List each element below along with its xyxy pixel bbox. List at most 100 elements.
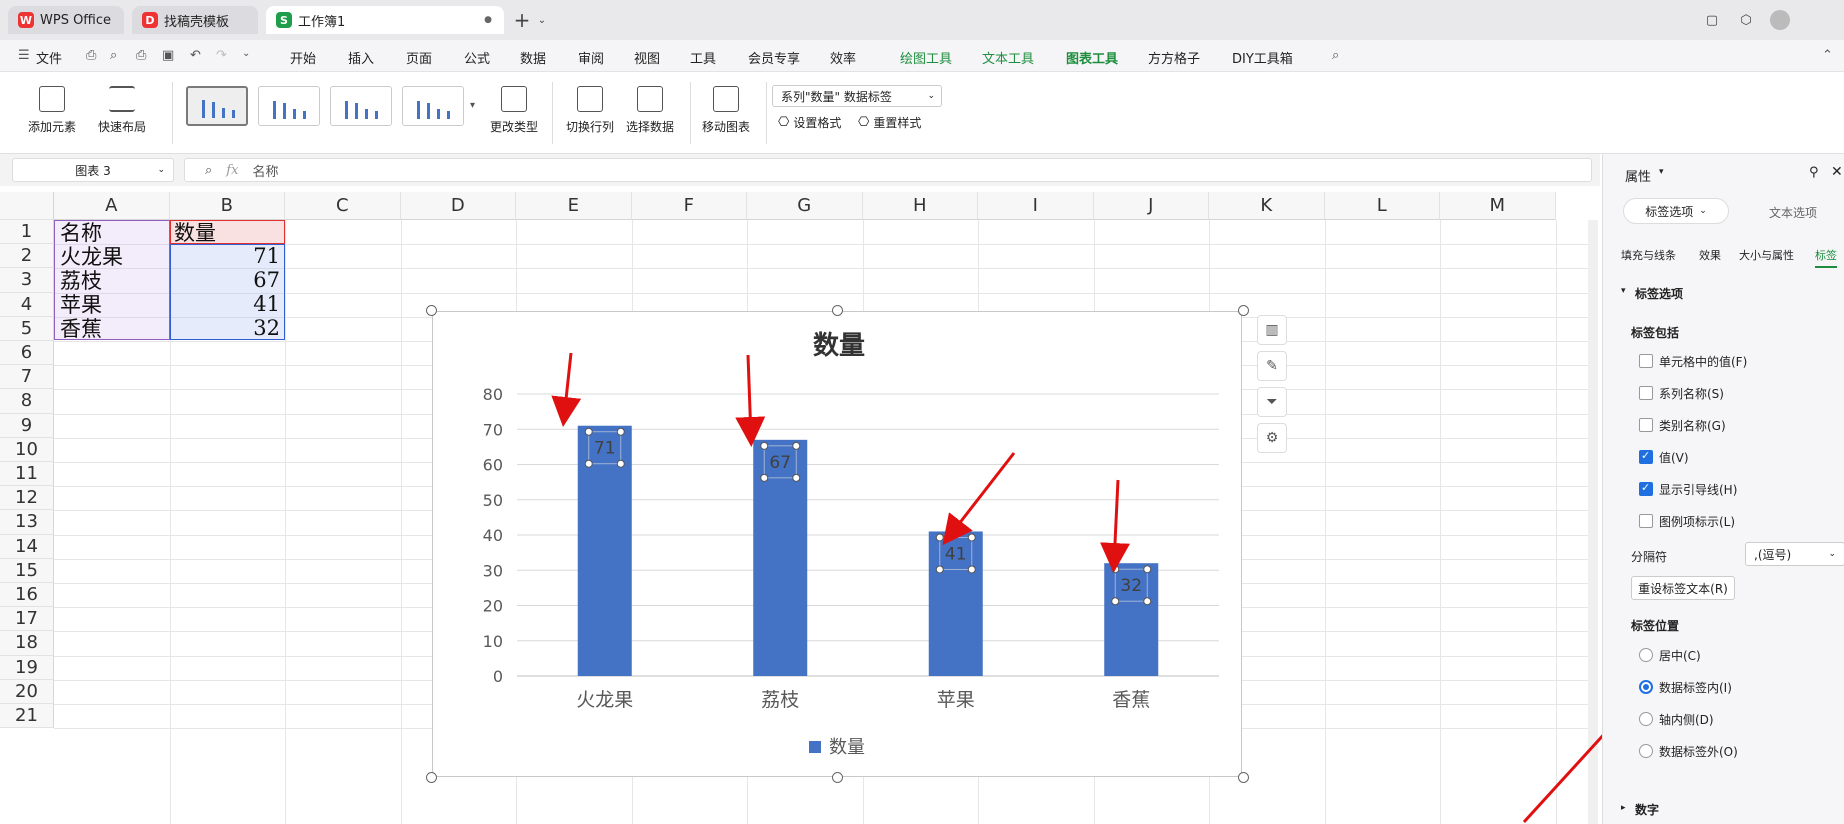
data-label[interactable]: 41 [945,544,967,564]
menu-fangfang[interactable]: 方方格子 [1148,48,1200,67]
label-include-checkbox-label[interactable]: 显示引导线(H) [1659,481,1737,498]
row-header[interactable]: 8 [0,389,54,414]
menu-insert[interactable]: 插入 [348,48,374,67]
label-include-checkbox[interactable] [1639,354,1653,368]
redo-icon[interactable]: ↷ [216,48,227,63]
menu-data[interactable]: 数据 [520,48,546,67]
menu-drawing-tools[interactable]: 绘图工具 [900,48,952,67]
label-position-radio-label[interactable]: 数据标签外(O) [1659,743,1738,760]
name-box[interactable]: 图表 3 ⌄ [12,158,174,182]
reset-label-text-button[interactable]: 重设标签文本(R) [1631,576,1735,600]
hamburger-menu-icon[interactable]: ☰ [18,48,30,63]
row-header[interactable]: 14 [0,534,54,559]
new-tab-icon[interactable]: + [512,8,532,32]
data-label-handle[interactable] [1143,597,1152,606]
panel-title[interactable]: 属性 [1625,166,1651,185]
chart-resize-handle[interactable] [832,772,843,783]
column-header[interactable]: F [631,192,747,220]
cell-b2[interactable]: 71 [174,244,280,268]
reset-style-button[interactable]: ⎔ 重置样式 [858,114,921,131]
section-expand-icon[interactable]: ▸ [1621,803,1626,813]
cell-b1[interactable]: 数量 [174,220,216,245]
label-position-radio[interactable] [1639,712,1653,726]
row-header[interactable]: 20 [0,679,54,704]
menu-member[interactable]: 会员专享 [748,48,800,67]
column-header[interactable]: G [747,192,863,220]
label-include-checkbox[interactable] [1639,386,1653,400]
label-position-radio[interactable] [1639,680,1653,694]
chart-settings-icon[interactable]: ⚙ [1257,423,1287,453]
select-all-corner[interactable] [0,192,54,220]
cube-icon[interactable]: ⬡ [1736,10,1756,30]
quick-access-chevron-icon[interactable]: ⌄ [242,48,250,59]
gallery-more-icon[interactable]: ▾ [470,100,475,111]
label-include-checkbox-label[interactable]: 值(V) [1659,449,1689,466]
menu-file[interactable]: 文件 [36,48,62,67]
chart-object[interactable]: 数量 0 10 20 30 40 50 60 70 80 71 火龙果 67 荔枝 41 苹果 32 香蕉 数… [432,311,1242,777]
chart-resize-handle[interactable] [1238,305,1249,316]
row-header[interactable]: 17 [0,607,54,632]
menu-text-tools[interactable]: 文本工具 [982,48,1034,67]
cell-b3[interactable]: 67 [174,268,280,292]
separator-select[interactable]: ,(逗号) ⌄ [1745,542,1844,566]
chart-style-3[interactable] [330,86,392,126]
data-label-handle[interactable] [616,427,625,436]
tab-template[interactable]: D 找稿壳模板 [132,6,258,34]
subtab-labels[interactable]: 标签 [1815,247,1837,268]
subtab-size-properties[interactable]: 大小与属性 [1739,247,1794,263]
row-header[interactable]: 2 [0,244,54,269]
cell-a5[interactable]: 香蕉 [60,316,102,341]
tab-list-chevron-icon[interactable]: ⌄ [532,10,552,30]
label-position-radio-label[interactable]: 居中(C) [1659,647,1701,664]
data-label-handle[interactable] [792,441,801,450]
tab-text-options[interactable]: 文本选项 [1769,204,1817,221]
data-label-handle[interactable] [1111,597,1120,606]
zoom-icon[interactable]: ⌕ [205,163,212,178]
column-header[interactable]: D [400,192,516,220]
label-include-checkbox-label[interactable]: 类别名称(G) [1659,417,1726,434]
chart-resize-handle[interactable] [426,305,437,316]
row-header[interactable]: 13 [0,510,54,535]
tab-label-options[interactable]: 标签选项 ⌄ [1623,198,1729,224]
chart-style-1[interactable] [186,86,248,126]
chart-style-4[interactable] [402,86,464,126]
label-position-radio[interactable] [1639,648,1653,662]
menu-page[interactable]: 页面 [406,48,432,67]
fx-icon[interactable]: fx [226,163,238,178]
row-header[interactable]: 11 [0,462,54,487]
menu-formula[interactable]: 公式 [464,48,490,67]
row-header[interactable]: 7 [0,365,54,390]
column-header[interactable]: B [169,192,285,220]
save-icon[interactable]: ⎙ [86,48,96,63]
data-label-handle[interactable] [967,533,976,542]
row-header[interactable]: 5 [0,316,54,341]
row-header[interactable]: 1 [0,220,54,245]
menu-view[interactable]: 视图 [634,48,660,67]
column-header[interactable]: E [516,192,632,220]
panel-title-chevron-icon[interactable]: ▾ [1659,167,1664,177]
set-format-button[interactable]: ⎔ 设置格式 [778,114,841,131]
undo-icon[interactable]: ↶ [190,48,201,63]
chart-style-2[interactable] [258,86,320,126]
data-label-handle[interactable] [935,565,944,574]
chart-resize-handle[interactable] [1238,772,1249,783]
close-icon[interactable]: ✕ [1831,164,1843,180]
move-chart-button[interactable]: 移动图表 [702,86,750,135]
window-mode-icon[interactable]: ▢ [1702,10,1722,30]
quick-layout-button[interactable]: 快速布局 [98,86,146,135]
chart-filter-icon[interactable]: ⏷ [1257,387,1287,417]
menu-efficiency[interactable]: 效率 [830,48,856,67]
legend-label[interactable]: 数量 [829,737,865,758]
label-include-checkbox-label[interactable]: 单元格中的值(F) [1659,353,1747,370]
chart-resize-handle[interactable] [832,305,843,316]
data-label-handle[interactable] [584,427,593,436]
data-label-handle[interactable] [792,473,801,482]
label-include-checkbox[interactable] [1639,514,1653,528]
label-include-checkbox[interactable] [1639,449,1653,464]
data-label[interactable]: 32 [1120,576,1142,596]
column-header[interactable]: M [1440,192,1556,220]
data-label-handle[interactable] [967,565,976,574]
tab-workbook[interactable]: S 工作簿1 ● [266,6,504,34]
find-icon[interactable]: ⌕ [110,48,117,63]
label-include-checkbox[interactable] [1639,481,1653,496]
